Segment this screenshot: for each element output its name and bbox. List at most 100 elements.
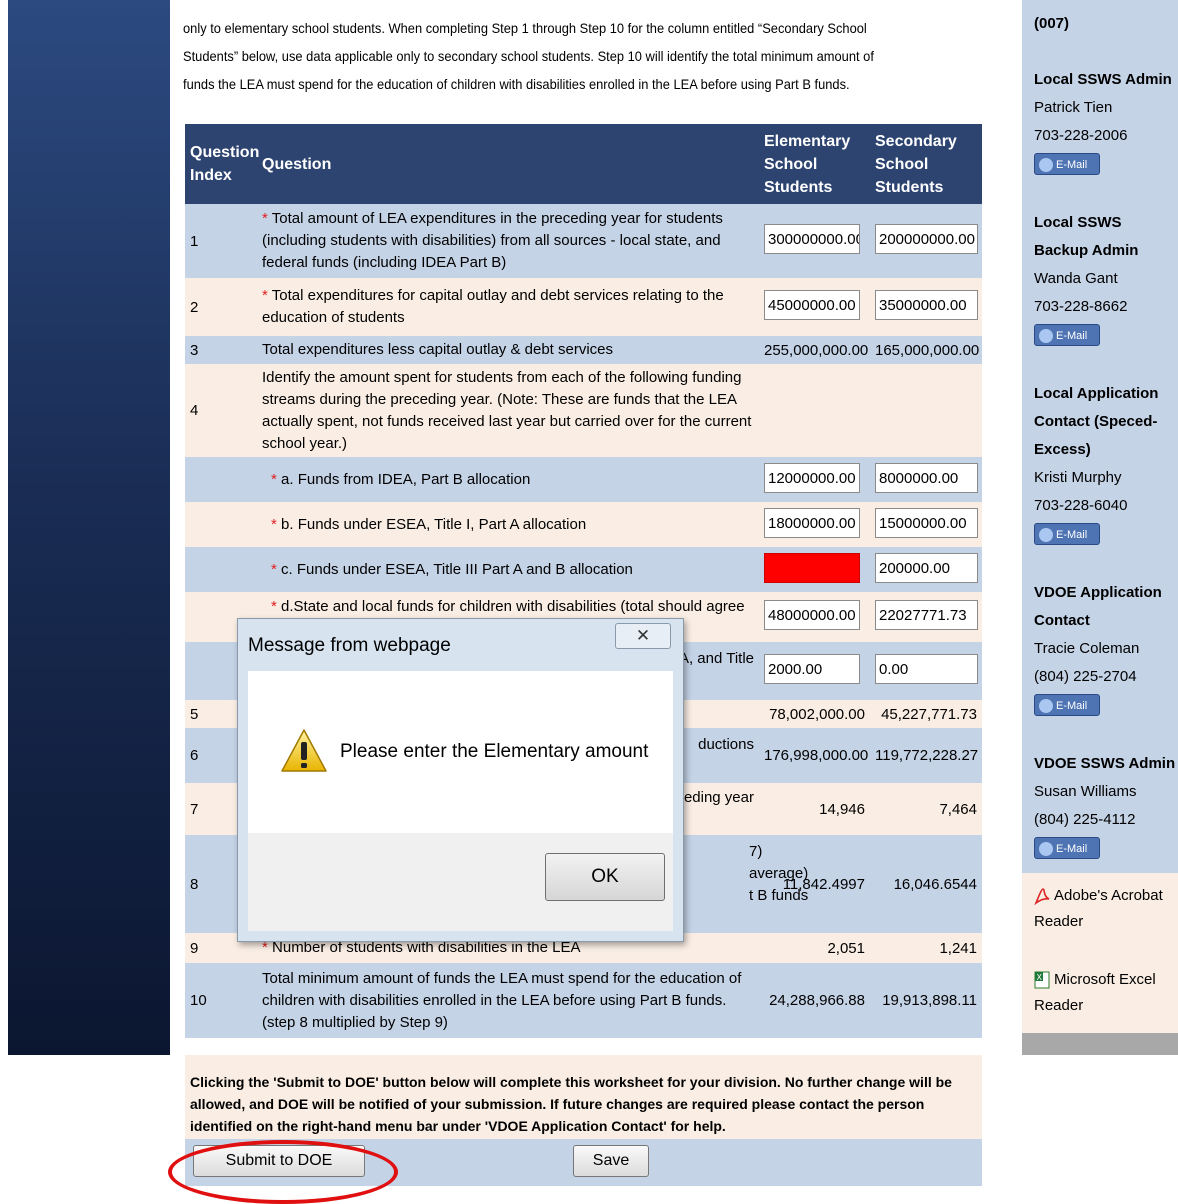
row-index: 4 xyxy=(185,364,257,457)
email-icon xyxy=(1039,158,1053,173)
table-row: 10 Total minimum amount of funds the LEA… xyxy=(185,963,982,1038)
contact-role: Local SSWS Admin xyxy=(1034,71,1172,88)
email-icon xyxy=(1039,528,1053,543)
ok-button[interactable]: OK xyxy=(545,853,665,901)
email-button[interactable]: E-Mail xyxy=(1034,523,1100,545)
instructions-line: Students” below, use data applicable onl… xyxy=(183,48,874,64)
table-row: * b. Funds under ESEA, Title I, Part A a… xyxy=(185,502,982,547)
question-text: a. Funds from IDEA, Part B allocation xyxy=(281,470,531,488)
email-button[interactable]: E-Mail xyxy=(1034,837,1100,859)
required-marker: * xyxy=(262,287,268,304)
highlight-circle xyxy=(168,1140,398,1204)
header-secondary: Secondary School Students xyxy=(870,124,982,204)
dialog-footer: OK xyxy=(248,833,673,931)
email-icon xyxy=(1039,842,1053,857)
secondary-cell: 22027771.73 xyxy=(870,592,982,642)
elementary-input[interactable]: 18000000.00 xyxy=(764,507,860,538)
table-header-row: Question Index Question Elementary Schoo… xyxy=(185,124,982,204)
email-button[interactable]: E-Mail xyxy=(1034,153,1100,175)
excel-reader-link[interactable]: X Microsoft Excel Reader xyxy=(1034,967,1174,1019)
dialog-title: Message from webpage xyxy=(248,635,451,656)
elementary-cell: 2000.00 xyxy=(759,642,870,700)
question-text: b. Funds under ESEA, Title I, Part A all… xyxy=(281,515,587,533)
instructions-line: funds the LEA must spend for the educati… xyxy=(183,76,850,92)
contact-phone: 703-228-8662 xyxy=(1034,298,1128,315)
secondary-input[interactable]: 8000000.00 xyxy=(875,462,978,493)
row-question: * Total amount of LEA expenditures in th… xyxy=(257,204,759,278)
secondary-cell: 15000000.00 xyxy=(870,502,982,547)
contact-name: Wanda Gant xyxy=(1034,270,1118,287)
elementary-value: 78,002,000.00 xyxy=(759,700,870,728)
question-text: d.State and local funds for children wit… xyxy=(281,598,745,615)
elementary-input[interactable]: 45000000.00 xyxy=(764,290,860,320)
required-marker: * xyxy=(271,470,277,488)
header-question: Question xyxy=(257,124,759,204)
row-index: 1 xyxy=(185,204,257,278)
table-row: 3 Total expenditures less capital outlay… xyxy=(185,336,982,364)
contact-phone: 703-228-6040 xyxy=(1034,497,1128,514)
elementary-cell: 48000000.00 xyxy=(759,592,870,642)
reader-links: Adobe's Acrobat Reader X Microsoft Excel … xyxy=(1022,873,1178,1033)
elementary-cell: 12000000.00 xyxy=(759,457,870,502)
secondary-value: 16,046.6544 xyxy=(870,835,982,933)
secondary-input[interactable]: 15000000.00 xyxy=(875,507,978,538)
secondary-input[interactable]: 200000.00 xyxy=(875,552,978,583)
left-navigation-bar xyxy=(8,0,170,1055)
table-row: 4 Identify the amount spent for students… xyxy=(185,364,982,457)
email-button[interactable]: E-Mail xyxy=(1034,694,1100,716)
secondary-value: 1,241 xyxy=(870,933,982,963)
contact-block: VDOE SSWS Admin Susan Williams (804) 225… xyxy=(1034,750,1175,862)
elementary-input[interactable]: 2000.00 xyxy=(764,654,860,684)
contact-name: Susan Williams xyxy=(1034,783,1137,800)
contact-block: Local SSWS Backup Admin Wanda Gant 703-2… xyxy=(1034,209,1176,349)
elementary-value: 24,288,966.88 xyxy=(759,963,870,1038)
header-elementary: Elementary School Students xyxy=(759,124,870,204)
table-row: * a. Funds from IDEA, Part B allocation … xyxy=(185,457,982,502)
email-icon xyxy=(1039,329,1053,344)
save-button[interactable]: Save xyxy=(573,1145,649,1177)
submit-notice: Clicking the 'Submit to DOE' button belo… xyxy=(185,1055,982,1139)
elementary-input[interactable]: 48000000.00 xyxy=(764,600,860,630)
elementary-cell: 18000000.00 xyxy=(759,502,870,547)
secondary-input[interactable]: 0.00 xyxy=(875,654,978,684)
instructions-text: only to elementary school students. When… xyxy=(183,14,919,98)
table-row: 2 * Total expenditures for capital outla… xyxy=(185,278,982,336)
question-text: Total minimum amount of funds the LEA mu… xyxy=(257,963,759,1038)
row-question: * c. Funds under ESEA, Title III Part A … xyxy=(257,547,759,592)
contact-role: VDOE Application Contact xyxy=(1034,584,1162,629)
instructions-line: only to elementary school students. When… xyxy=(183,20,867,36)
secondary-value: 7,464 xyxy=(870,783,982,835)
question-text: Identify the amount spent for students f… xyxy=(257,364,759,457)
elementary-cell xyxy=(759,547,870,592)
contact-phone: (804) 225-2704 xyxy=(1034,668,1137,685)
elementary-cell: 45000000.00 xyxy=(759,278,870,336)
acrobat-reader-link[interactable]: Adobe's Acrobat Reader xyxy=(1034,883,1174,935)
elementary-input-error[interactable] xyxy=(764,552,860,583)
elementary-value: 176,998,000.00 xyxy=(759,728,870,783)
email-icon xyxy=(1039,699,1053,714)
question-text: t B funds xyxy=(749,887,808,904)
secondary-input[interactable]: 200000000.00 xyxy=(875,224,978,254)
question-text: Total expenditures less capital outlay &… xyxy=(257,336,759,364)
contact-role: Local SSWS Backup Admin xyxy=(1034,214,1139,259)
question-text: Total expenditures for capital outlay an… xyxy=(262,287,724,326)
elementary-value: 2,051 xyxy=(759,933,870,963)
elementary-input[interactable]: 12000000.00 xyxy=(764,462,860,493)
close-button[interactable]: ✕ xyxy=(615,623,671,649)
warning-icon xyxy=(281,729,327,772)
elementary-value: 255,000,000.00 xyxy=(759,336,870,364)
secondary-input[interactable]: 22027771.73 xyxy=(875,600,978,630)
excel-icon: X xyxy=(1034,971,1050,989)
close-icon: ✕ xyxy=(635,626,651,645)
contact-block: VDOE Application Contact Tracie Coleman … xyxy=(1034,579,1176,719)
elementary-input[interactable]: 300000000.00 xyxy=(764,224,860,254)
secondary-cell: 35000000.00 xyxy=(870,278,982,336)
secondary-input[interactable]: 35000000.00 xyxy=(875,290,978,320)
contact-block: Local SSWS Admin Patrick Tien 703-228-20… xyxy=(1034,66,1172,178)
email-label: E-Mail xyxy=(1056,159,1088,171)
dialog-body: Please enter the Elementary amount xyxy=(248,671,673,833)
message-dialog: Message from webpage ✕ Please enter the … xyxy=(237,618,684,942)
secondary-cell: 200000.00 xyxy=(870,547,982,592)
email-button[interactable]: E-Mail xyxy=(1034,324,1100,346)
svg-text:X: X xyxy=(1037,973,1043,982)
